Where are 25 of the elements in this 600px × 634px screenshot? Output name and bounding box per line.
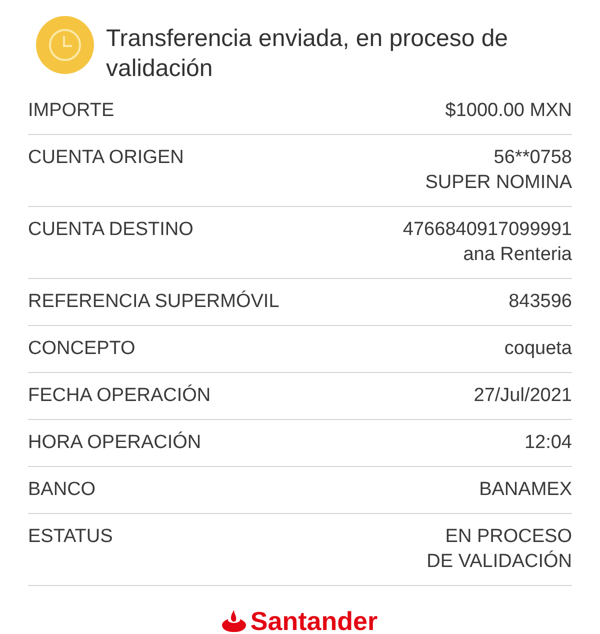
field-label: HORA OPERACIÓN: [28, 430, 202, 455]
field-label: CUENTA ORIGEN: [28, 146, 184, 170]
field-value: 56**0758: [494, 146, 572, 170]
field-value: BANAMEX: [479, 478, 572, 502]
field-value: SUPER NOMINA: [425, 171, 572, 195]
field-value: $1000.00 MXN: [445, 99, 572, 123]
field-value: DE VALIDACIÓN: [426, 550, 572, 574]
field-value: 12:04: [524, 431, 572, 455]
field-label: BANCO: [28, 478, 96, 502]
flame-icon: [222, 610, 246, 632]
field-label: CUENTA DESTINO: [28, 218, 194, 242]
field-label: CONCEPTO: [28, 337, 136, 361]
field-label: REFERENCIA SUPERMÓVIL: [28, 290, 280, 314]
field-value: EN PROCESO: [445, 525, 572, 549]
field-label: FECHA OPERACIÓN: [28, 384, 211, 408]
field-value: 4766840917099991: [402, 218, 572, 242]
clock-icon: [36, 16, 94, 74]
field-value: ana Renteria: [463, 243, 572, 267]
status-title: Transferencia enviada, en proceso de validación: [106, 24, 510, 84]
field-label: IMPORTE: [28, 99, 114, 123]
field-value: 27/Jul/2021: [474, 384, 572, 408]
brand-logo: Santander: [250, 606, 378, 634]
field-value: coqueta: [504, 337, 572, 361]
field-label: ESTATUS: [28, 525, 113, 549]
field-value: 843596: [508, 290, 572, 314]
